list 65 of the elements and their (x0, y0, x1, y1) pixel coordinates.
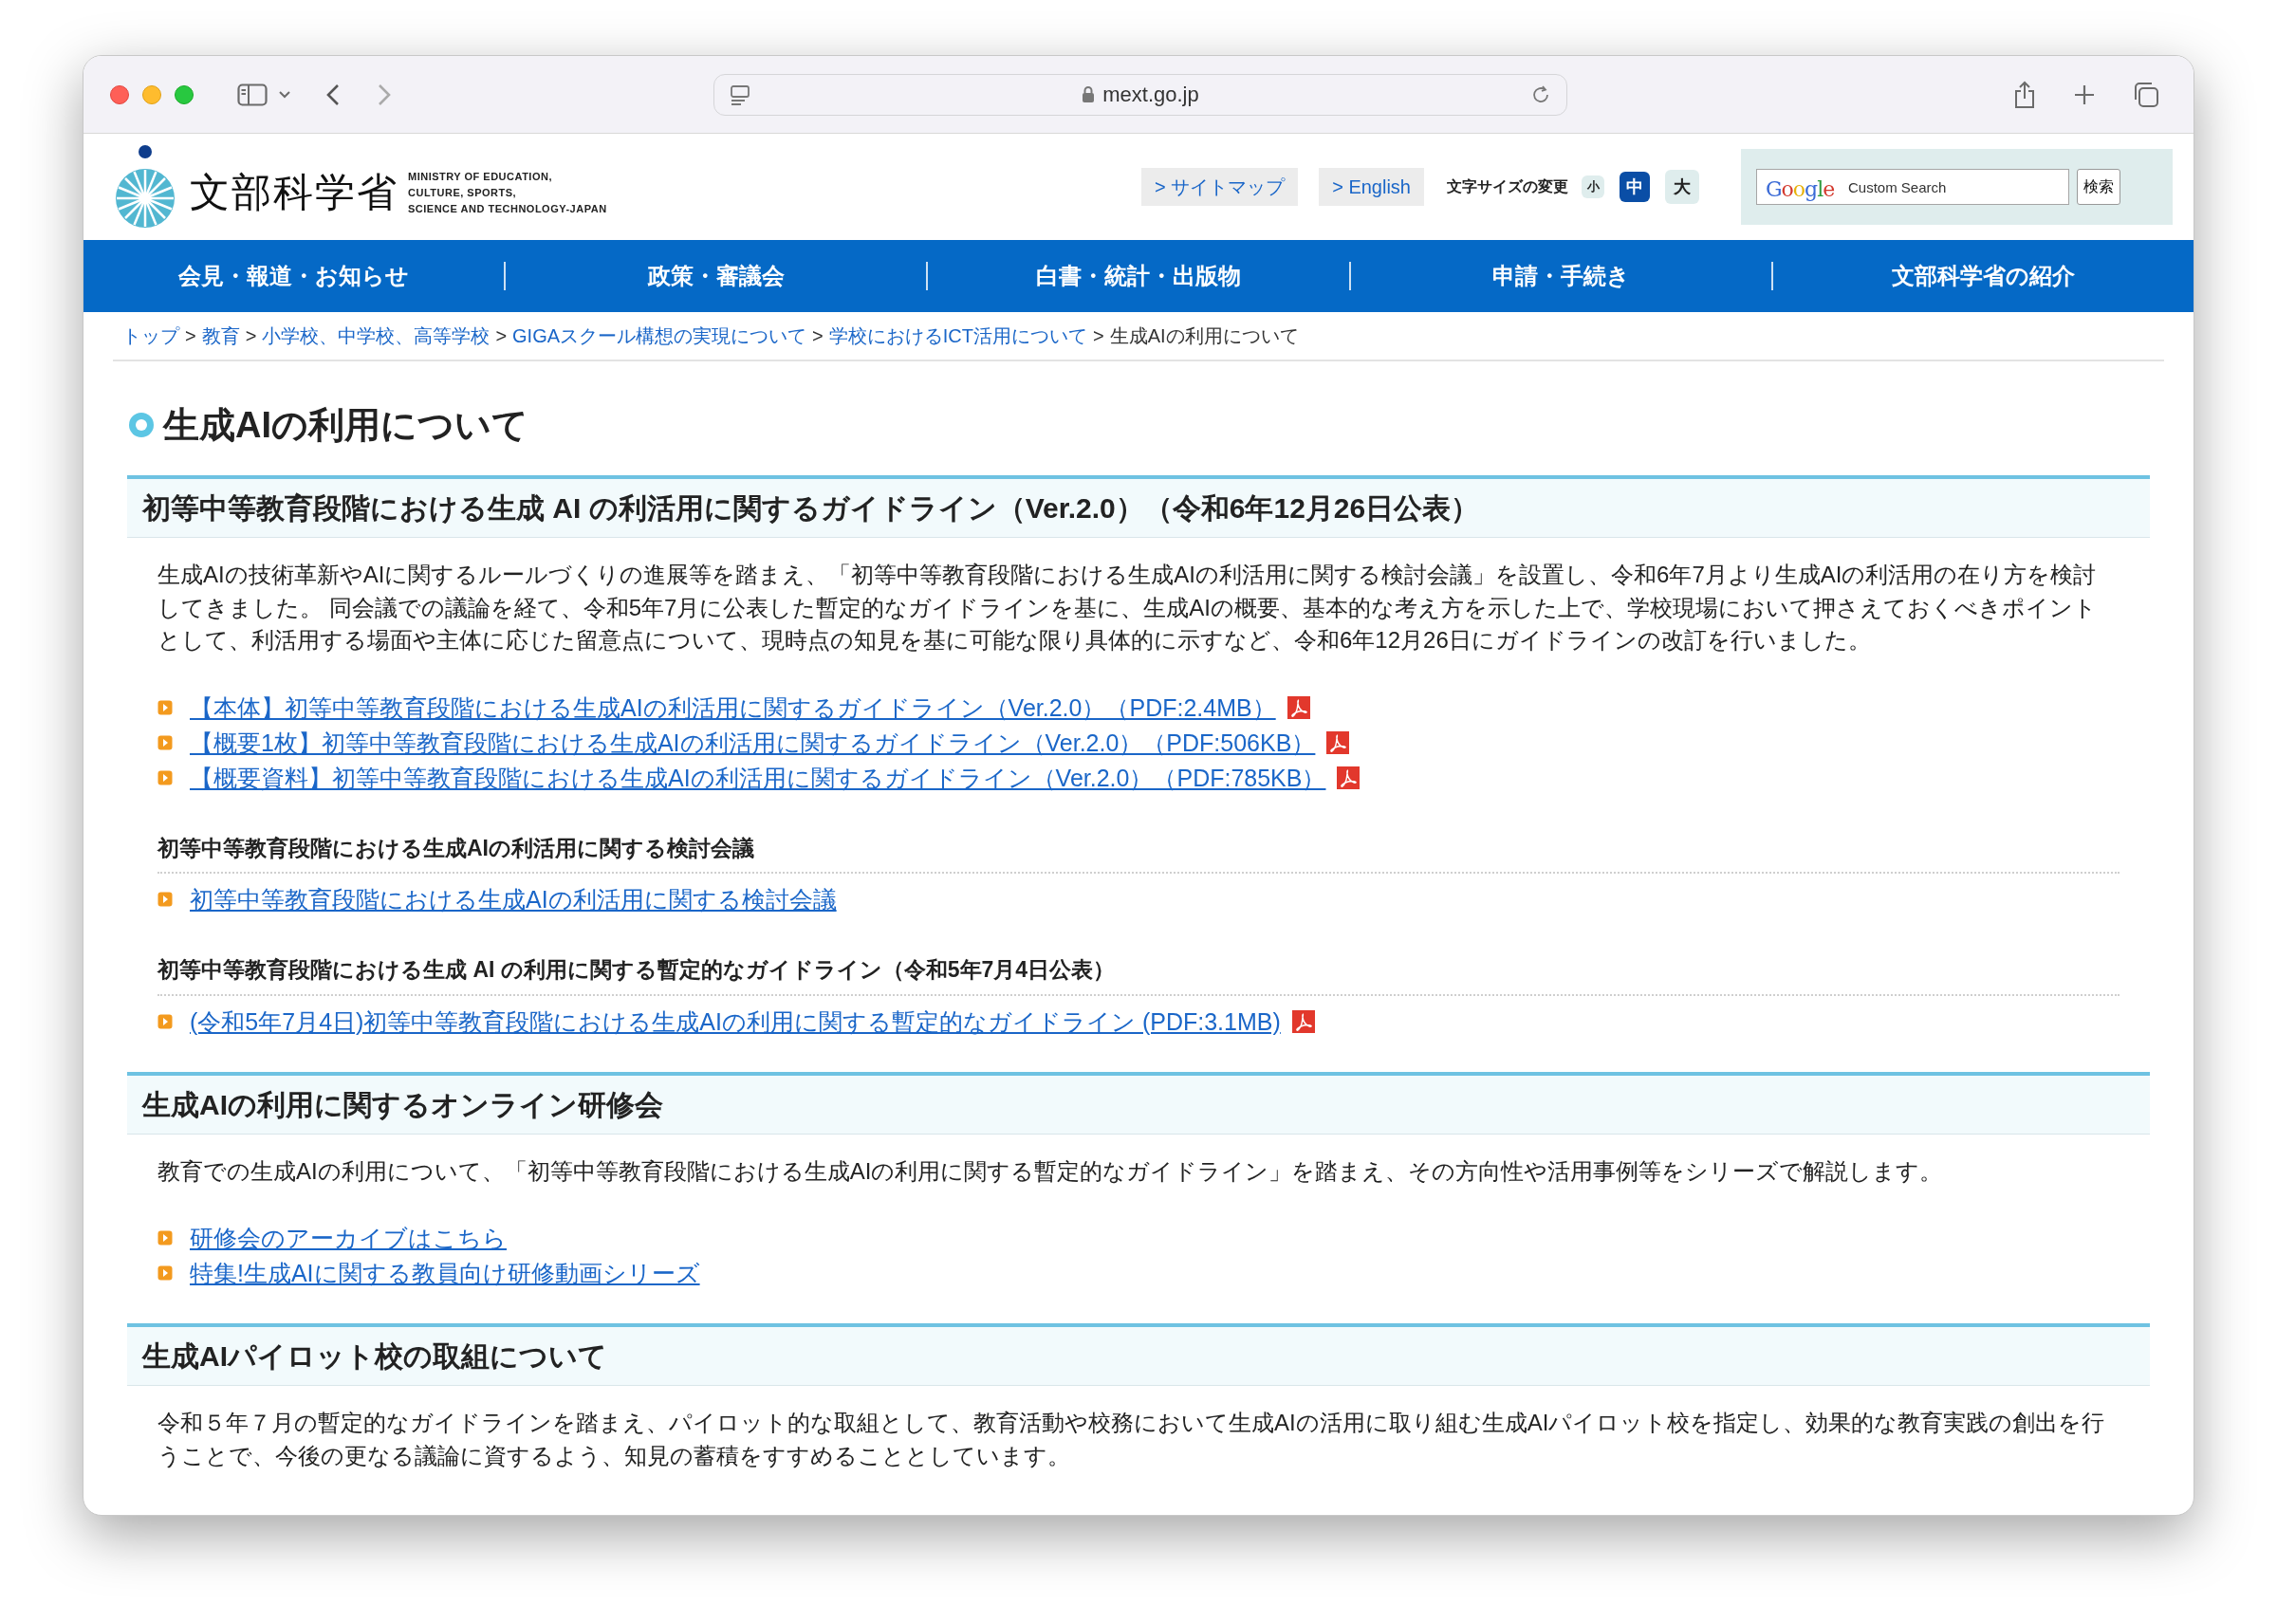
link-bullet-icon (157, 734, 173, 750)
font-size-option[interactable]: 小 (1582, 175, 1604, 198)
section-heading: 生成AIの利用に関するオンライン研修会 (127, 1071, 2150, 1135)
nav-item[interactable]: 会見・報道・お知らせ (83, 259, 505, 293)
breadcrumb-link[interactable]: 学校におけるICT活用について (828, 322, 1087, 350)
reload-icon[interactable] (1530, 83, 1551, 105)
new-tab-icon[interactable] (2074, 83, 2095, 105)
nav-item[interactable]: 申請・手続き (1350, 259, 1771, 293)
document-link[interactable]: 【概要資料】初等中等教育段階における生成AIの利活用に関するガイドライン（Ver.2.0）（PDF:785KB） (190, 765, 1326, 790)
paragraph: 教育での生成AIの利用について、「初等中等教育段階における生成AIの利用に関する暫定的なガイドライン」を踏まえ、その方向性や活用事例等をシリーズで解説します。 (157, 1156, 1944, 1186)
nav-item[interactable]: 文部科学省の紹介 (1772, 259, 2194, 293)
google-logo: Google (1766, 176, 1835, 203)
breadcrumb-separator: > (495, 324, 508, 348)
ministry-english-name: MINISTRY OF EDUCATION, (408, 169, 553, 184)
search-button[interactable]: 検索 (2077, 169, 2120, 205)
breadcrumb-link[interactable]: 教育 (201, 322, 240, 350)
header-link[interactable]: > English (1319, 168, 1424, 206)
link-bullet-icon (157, 1265, 173, 1281)
font-size-option[interactable]: 中 (1620, 172, 1650, 202)
page-title: 生成AIの利用について (163, 407, 528, 443)
ministry-logo-name: 文部科学省 (190, 168, 398, 216)
ministry-english-name: CULTURE, SPORTS, (408, 185, 518, 200)
url-text: mext.go.jp (1102, 82, 1199, 108)
section-heading: 生成AIパイロット校の取組について (127, 1323, 2150, 1386)
paragraph: 令和５年７月の暫定的なガイドラインを踏まえ、パイロット的な取組として、教育活動や校務において生成AIの活用に取り組む生成AIパイロット校を指定し、効果的な教育実践の創出を行うことで、今後の更なる議論に資するよう、知見の蓄積をすすめることとしています。 (157, 1409, 2106, 1470)
breadcrumb-current: 生成AIの利用について (1109, 324, 1299, 348)
section-heading: 初等中等教育段階における生成 AI の利活用に関するガイドライン（Ver.2.0）（令和6年12月26日公表） (127, 475, 2150, 538)
breadcrumb-link[interactable]: トップ (122, 322, 179, 350)
document-link[interactable]: 【概要1枚】初等中等教育段階における生成AIの利活用に関するガイドライン（Ver.2.0）（PDF:506KB） (190, 729, 1316, 755)
font-size-option[interactable]: 大 (1665, 170, 1699, 204)
breadcrumb-link[interactable]: 小学校、中学校、高等学校 (262, 322, 491, 350)
breadcrumb-separator: > (245, 324, 257, 348)
breadcrumb-separator: > (812, 324, 824, 348)
tabs-overview-icon[interactable] (2133, 81, 2159, 108)
font-size-label: 文字サイズの変更 (1447, 177, 1568, 196)
document-link[interactable]: 特集!生成AIに関する教員向け研修動画シリーズ (190, 1261, 700, 1285)
link-bullet-icon (157, 1230, 173, 1246)
link-bullet-icon (157, 769, 173, 785)
subheading: 初等中等教育段階における生成 AI の利用に関する暫定的なガイドライン（令和5年7月4日公表） (157, 953, 2120, 996)
lock-icon (1082, 85, 1096, 103)
link-bullet-icon (157, 699, 173, 715)
header-link[interactable]: > サイトマップ (1140, 168, 1299, 206)
document-link[interactable]: 【本体】初等中等教育段階における生成AIの利活用に関するガイドライン（Ver.2.0）（PDF:2.4MB） (190, 694, 1276, 720)
chevron-down-icon[interactable] (279, 90, 290, 99)
back-icon[interactable] (326, 83, 340, 106)
link-bullet-icon (157, 1013, 173, 1029)
document-link[interactable]: 研修会のアーカイブはこちら (190, 1226, 507, 1250)
breadcrumb-link[interactable]: GIGAスクール構想の実現について (512, 322, 807, 350)
share-icon[interactable] (2013, 80, 2036, 109)
nav-item[interactable]: 政策・審議会 (506, 259, 927, 293)
nav-item[interactable]: 白書・統計・出版物 (928, 259, 1349, 293)
document-link[interactable]: 初等中等教育段階における生成AIの利活用に関する検討会議 (190, 887, 837, 912)
paragraph: 生成AIの技術革新やAIに関するルールづくりの進展等を踏まえ、「初等中等教育段階における生成AIの利活用に関する検討会議」を設置し、令和6年7月より生成AIの利活用の在り方を検討してきました。 同会議での議論を経て、令和5年7月に公表した暫定的なガイドラインを基に、生成AIの概要、基本的な考え方を示した上で、学校現場において押さえておくべきポイントとして、利活用する場面や主体に応じた留意点について、現時点の知見を基に可能な限り具体的に示すなど、令和6年12月26日にガイドラインの改訂を行いました。 (157, 561, 2099, 655)
title-bullet-icon (127, 411, 156, 439)
ministry-english-name: SCIENCE AND TECHNOLOGY-JAPAN (408, 201, 607, 216)
zoom-window-button[interactable] (175, 84, 194, 104)
sidebar-icon[interactable] (237, 83, 268, 106)
document-link[interactable]: (令和5年7月4日)初等中等教育段階における生成AIの利用に関する暫定的なガイドライン (PDF:3.1MB) (190, 1008, 1281, 1034)
breadcrumb-separator: > (185, 324, 196, 348)
address-bar[interactable]: mext.go.jp (713, 73, 1567, 116)
reader-icon[interactable] (730, 83, 750, 105)
breadcrumb-separator: > (1093, 324, 1104, 348)
subheading: 初等中等教育段階における生成AIの利活用に関する検討会議 (157, 831, 2120, 874)
link-bullet-icon (157, 892, 173, 907)
close-window-button[interactable] (110, 84, 129, 104)
